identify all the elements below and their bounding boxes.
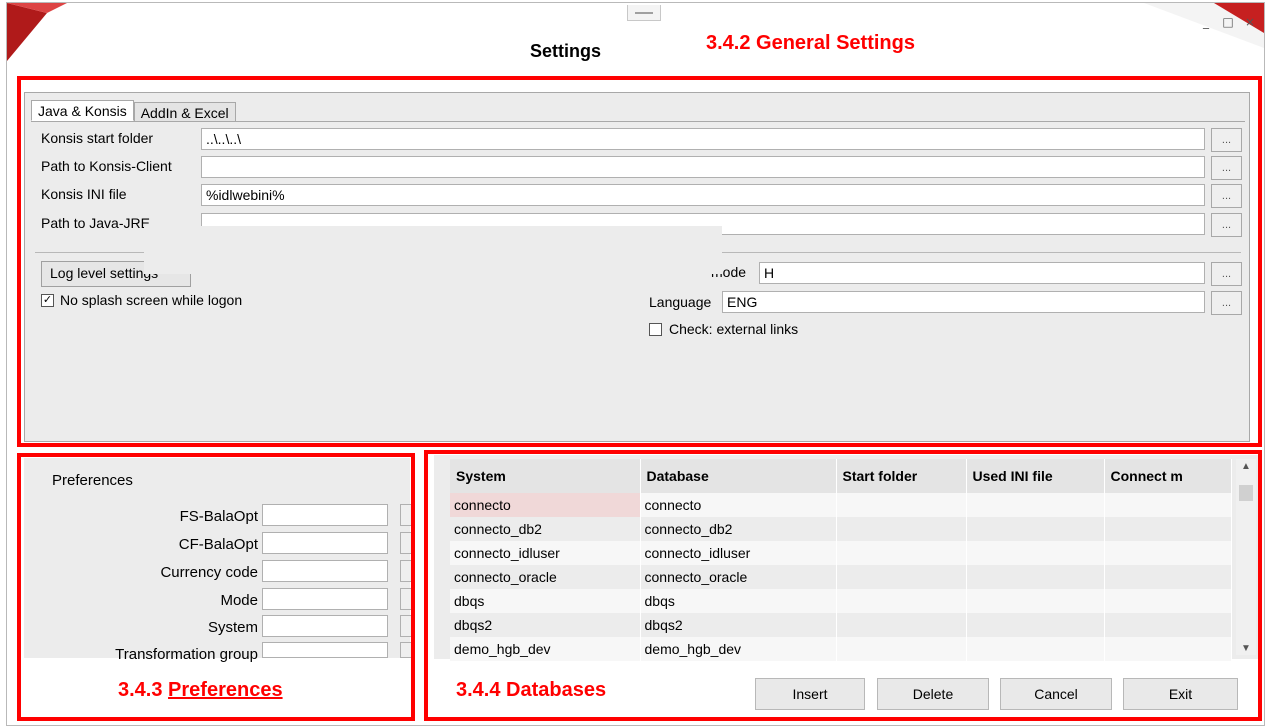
annotation-general-settings: 3.4.2 General Settings <box>706 32 915 54</box>
close-button[interactable]: × <box>1244 15 1256 29</box>
window-title: Settings <box>530 41 602 61</box>
annotation-databases: 3.4.4 Databases <box>456 679 607 701</box>
window-grip-handle[interactable] <box>627 5 661 21</box>
brand-decoration-left <box>7 3 67 61</box>
annotation-preferences-prefix: 3.4.3 <box>118 679 169 701</box>
annotation-preferences-link[interactable]: Preferences <box>168 679 283 701</box>
annotation-preferences: 3.4.3 Preferences <box>118 679 283 702</box>
maximize-button[interactable]: □ <box>1222 15 1234 29</box>
minimize-button[interactable]: _ <box>1200 15 1212 29</box>
annotation-box-general-settings <box>17 76 1262 447</box>
window-controls: _ □ × <box>1200 15 1256 29</box>
